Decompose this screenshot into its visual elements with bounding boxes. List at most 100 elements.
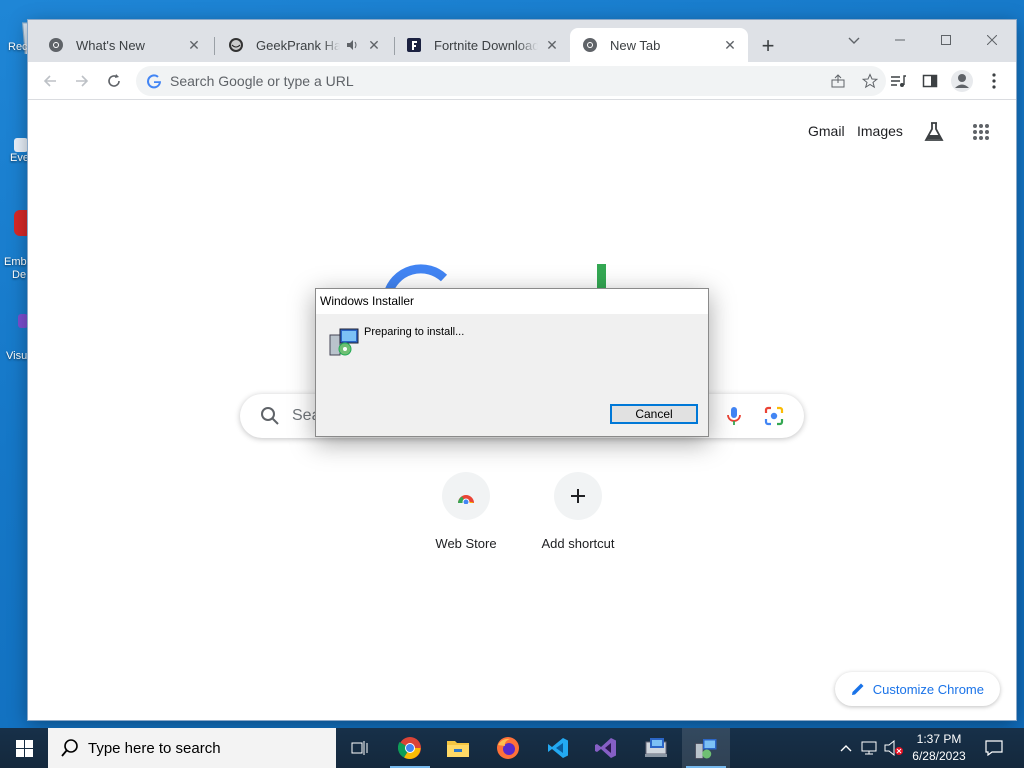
file-explorer-icon [447, 741, 469, 757]
address-bar[interactable]: Search Google or type a URL [136, 66, 886, 96]
desktop-icon-label-line2: De [12, 269, 27, 281]
taskbar-firefox[interactable] [484, 728, 532, 768]
labs-flask-icon[interactable] [922, 120, 946, 144]
installer-app-icon [645, 738, 667, 757]
tab-search-button[interactable] [832, 26, 876, 54]
media-queue-icon [891, 75, 906, 87]
shortcut-web-store[interactable]: Web Store [410, 472, 522, 551]
search-icon [61, 739, 78, 757]
desktop-icon-label: Eve [10, 152, 28, 164]
windows-logo-icon [15, 739, 33, 757]
back-arrow-icon [43, 75, 56, 87]
close-icon[interactable]: ✕ [186, 37, 202, 53]
clock-date: 6/28/2023 [912, 749, 966, 763]
visual-studio-icon [595, 738, 616, 758]
side-panel-button[interactable] [916, 67, 944, 95]
chrome-icon [49, 38, 63, 52]
notification-icon [985, 740, 1003, 756]
maximize-icon [941, 35, 951, 45]
voice-search-mic-icon[interactable] [726, 406, 742, 426]
side-panel-icon [922, 74, 938, 88]
taskbar-vscode[interactable] [534, 728, 582, 768]
google-g-icon [147, 74, 162, 89]
shortcut-label: Add shortcut [541, 536, 615, 551]
share-icon[interactable] [822, 67, 854, 95]
show-hidden-icons-button[interactable] [836, 738, 856, 758]
more-vert-icon [992, 73, 996, 89]
network-status-button[interactable] [860, 738, 880, 758]
close-icon[interactable]: ✕ [722, 37, 738, 53]
address-bar-placeholder: Search Google or type a URL [170, 73, 354, 89]
system-clock[interactable]: 1:37 PM 6/28/2023 [904, 731, 974, 765]
close-icon[interactable]: ✕ [544, 37, 560, 53]
images-link[interactable]: Images [857, 123, 903, 139]
profile-button[interactable] [948, 67, 976, 95]
apps-grid-icon[interactable] [972, 123, 990, 141]
action-center-button[interactable] [974, 728, 1014, 768]
back-button[interactable] [36, 67, 64, 95]
shortcut-add[interactable]: Add shortcut [522, 472, 634, 551]
tab-strip: What's New ✕ GeekPrank Hacker ✕ Fortnite… [28, 20, 1016, 62]
shortcut-label: Web Store [435, 536, 497, 551]
cancel-button[interactable]: Cancel [610, 404, 698, 424]
reload-icon [108, 74, 120, 87]
desktop-icon-shortcut[interactable]: Emb De [0, 210, 28, 282]
close-window-button[interactable] [970, 26, 1014, 54]
windows-installer-icon [695, 739, 717, 759]
dialog-title: Windows Installer [316, 289, 708, 314]
gmail-link[interactable]: Gmail [808, 123, 845, 139]
bookmark-star-icon[interactable] [854, 67, 886, 95]
desktop-icon-recycle-bin[interactable]: Rec [0, 8, 45, 66]
chrome-icon [398, 737, 421, 759]
profile-avatar-icon [951, 70, 973, 92]
tab-title: What's New [76, 37, 145, 53]
new-tab-button[interactable]: + [756, 35, 780, 59]
browser-toolbar: Search Google or type a URL [28, 62, 1016, 100]
plus-icon [571, 489, 585, 503]
taskbar-visual-studio[interactable] [582, 728, 630, 768]
taskbar-windows-installer[interactable] [682, 728, 730, 768]
task-view-button[interactable] [336, 728, 384, 768]
tab-title: New Tab [610, 37, 661, 53]
speaker-icon[interactable] [344, 37, 360, 53]
taskbar-installer-app[interactable] [632, 728, 680, 768]
dialog-message: Preparing to install... [364, 326, 465, 338]
taskbar-chrome[interactable] [386, 728, 434, 768]
reload-button[interactable] [100, 67, 128, 95]
task-view-icon [351, 741, 368, 755]
volume-button[interactable] [884, 738, 904, 758]
forward-button[interactable] [68, 67, 96, 95]
shortcut-tile [442, 472, 490, 520]
close-icon[interactable]: ✕ [366, 37, 382, 53]
desktop-icon-visual-studio[interactable]: Visu [0, 314, 28, 363]
start-button[interactable] [0, 728, 48, 768]
pencil-icon [851, 683, 864, 695]
web-store-icon [457, 492, 475, 504]
chrome-icon [583, 38, 597, 52]
clock-time: 1:37 PM [916, 732, 962, 746]
tab-fortnite[interactable]: Fortnite Download | Ac ✕ [394, 28, 570, 62]
search-icon [261, 407, 279, 425]
tab-geekprank[interactable]: GeekPrank Hacker ✕ [216, 28, 392, 62]
desktop-icon-shortcut[interactable]: Eve [0, 124, 28, 165]
installer-computer-icon [329, 328, 359, 356]
tab-title: Fortnite Download | Ac [434, 37, 538, 53]
speaker-muted-icon [884, 740, 903, 756]
customize-chrome-button[interactable]: Customize Chrome [834, 672, 1000, 706]
taskbar: Type here to search 1:37 PM 6/28/2023 [0, 728, 1024, 768]
chevron-down-icon [848, 37, 860, 44]
desktop-icon-label: Emb [4, 256, 27, 268]
tab-title: GeekPrank Hacker [256, 37, 340, 53]
taskbar-search-placeholder: Type here to search [88, 739, 221, 757]
tab-new-tab[interactable]: New Tab ✕ [570, 28, 748, 62]
media-control-button[interactable] [884, 67, 912, 95]
customize-chrome-label: Customize Chrome [872, 681, 984, 697]
shortcut-icon [14, 138, 28, 152]
tab-whats-new[interactable]: What's New ✕ [36, 28, 212, 62]
minimize-button[interactable] [878, 26, 922, 54]
taskbar-search-box[interactable]: Type here to search [48, 728, 336, 768]
taskbar-file-explorer[interactable] [434, 728, 482, 768]
google-lens-icon[interactable] [764, 406, 784, 426]
chrome-menu-button[interactable] [980, 67, 1008, 95]
maximize-button[interactable] [924, 26, 968, 54]
